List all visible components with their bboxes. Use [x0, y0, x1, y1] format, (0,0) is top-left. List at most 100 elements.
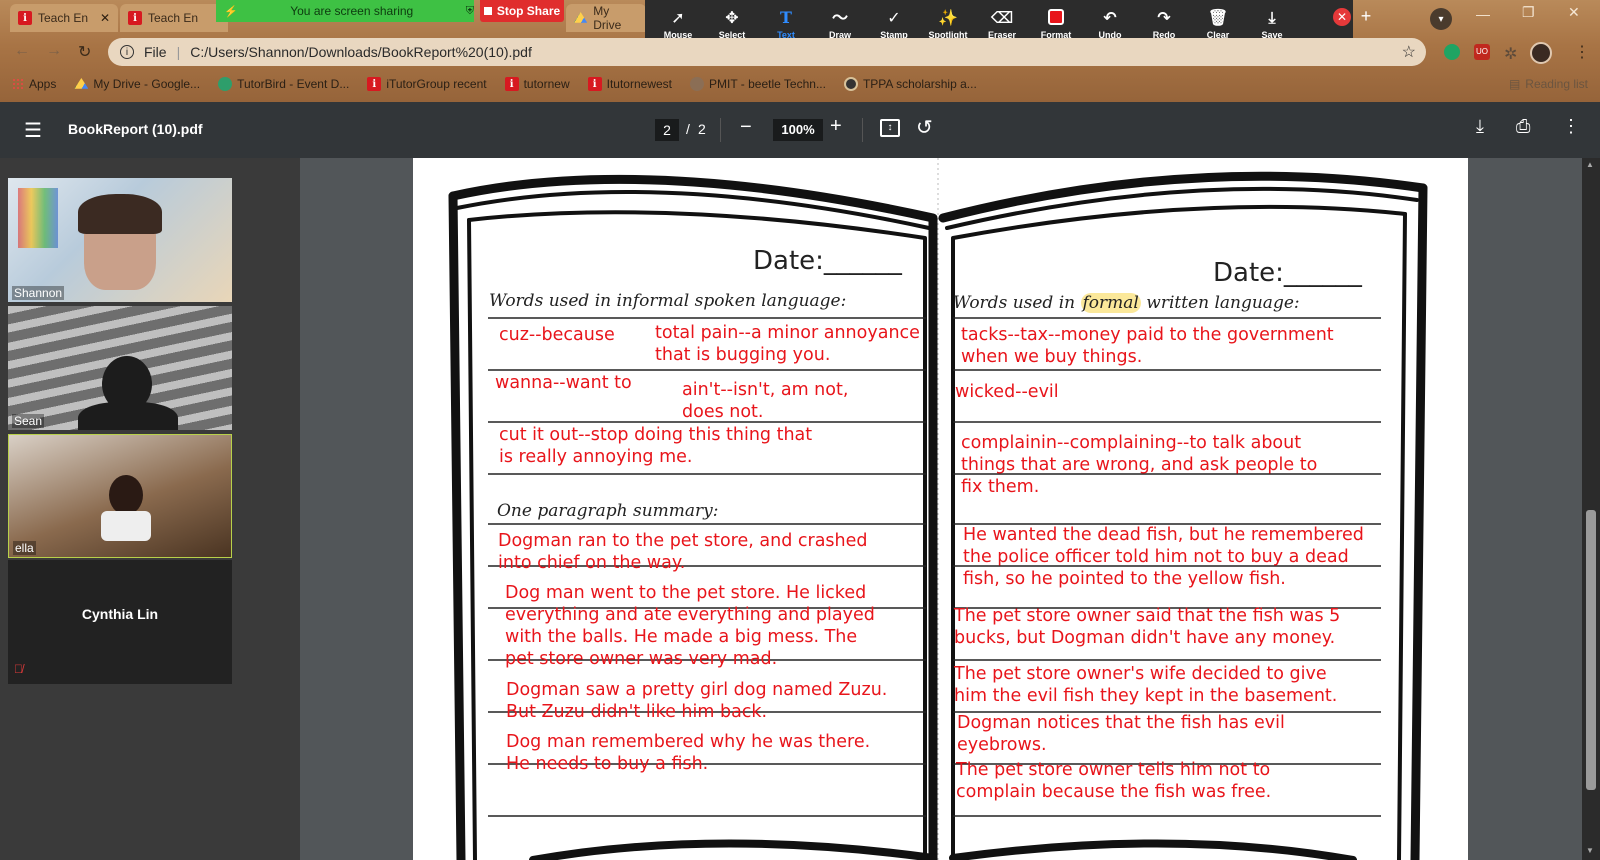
browser-tab[interactable]: i Teach En ✕ — [10, 4, 118, 32]
annotation-text[interactable]: Dogman saw a pretty girl dog named Zuzu.… — [506, 679, 887, 723]
scroll-thumb[interactable] — [1586, 510, 1596, 790]
bookmark-label: My Drive - Google... — [93, 77, 201, 91]
annotation-text[interactable]: Dog man remembered why he was there. He … — [506, 731, 870, 775]
page-number-input[interactable]: 2 — [655, 119, 679, 141]
annotation-text[interactable]: Dog man went to the pet store. He licked… — [505, 582, 875, 670]
scroll-down-icon[interactable]: ▼ — [1586, 846, 1594, 855]
tab-label: Teach En — [38, 11, 89, 25]
forward-icon[interactable]: → — [46, 42, 62, 60]
bookmark-itutornewest[interactable]: i Itutornewest — [587, 77, 672, 91]
bookmark-itutorgroup[interactable]: i iTutorGroup recent — [367, 77, 487, 91]
participant-silhouette-body — [78, 402, 178, 430]
annotation-text[interactable]: tacks--tax--money paid to the government… — [961, 324, 1334, 368]
text-icon: T — [780, 8, 792, 27]
tab-label: My Drive — [593, 4, 622, 32]
annotation-text[interactable]: ain't--isn't, am not, does not. — [682, 379, 848, 423]
bookmark-label: TPPA scholarship a... — [862, 77, 977, 91]
participant-video-tile[interactable]: Sean — [8, 306, 232, 430]
save-icon: ⤓ — [1268, 8, 1276, 27]
annotation-text[interactable]: complainin--complaining--to talk about t… — [961, 432, 1317, 498]
close-window-icon[interactable]: ✕ — [1568, 4, 1580, 21]
print-icon[interactable]: ⎙ — [1516, 116, 1530, 137]
participant-video-tile[interactable]: Cynthia Lin 🎙̸ — [8, 560, 232, 684]
clear-icon: 🗑 — [1207, 8, 1229, 27]
annotation-text[interactable]: He wanted the dead fish, but he remember… — [963, 524, 1364, 590]
close-tab-icon[interactable]: ✕ — [100, 11, 110, 25]
extensions-puzzle-icon[interactable]: ✲ — [1504, 44, 1517, 64]
ublock-icon[interactable]: UO — [1474, 44, 1490, 60]
itutor-favicon-icon: i — [18, 11, 32, 25]
bookmark-pmit[interactable]: PMIT - beetle Techn... — [690, 77, 826, 91]
zoom-out-icon[interactable]: − — [740, 116, 752, 139]
right-date-label: Date:______ — [1213, 258, 1362, 288]
itutor-favicon-icon: i — [367, 77, 382, 91]
stop-share-button[interactable]: Stop Share — [480, 0, 564, 22]
url-divider: | — [176, 44, 181, 60]
annotation-text[interactable]: Dogman notices that the fish has evil ey… — [957, 712, 1285, 756]
annotation-text[interactable]: cuz--because — [499, 324, 615, 346]
bookmark-tutornew[interactable]: i tutornew — [504, 77, 570, 91]
bookmark-star-icon[interactable]: ☆ — [1402, 42, 1416, 62]
reading-list-icon: ▤ — [1508, 77, 1521, 91]
url-text: C:/Users/Shannon/Downloads/BookReport%20… — [190, 44, 532, 60]
participant-body — [101, 511, 151, 541]
annotation-text[interactable]: total pain--a minor annoyance that is bu… — [655, 322, 920, 366]
screen-sharing-banner: ⚡ You are screen sharing ⛨ — [216, 0, 474, 22]
bookmark-tppa[interactable]: TPPA scholarship a... — [843, 77, 977, 91]
right-heading: Words used in formal written language: — [953, 293, 1300, 313]
reading-list-button[interactable]: ▤ Reading list — [1509, 77, 1588, 91]
participant-video-tile[interactable]: ella — [8, 434, 232, 558]
tab-search-icon[interactable]: ▾ — [1430, 8, 1452, 30]
menu-hamburger-icon[interactable]: ☰ — [24, 118, 42, 143]
decor-pencils — [18, 188, 58, 248]
redo-icon: ↷ — [1157, 8, 1171, 27]
annotation-text[interactable]: The pet store owner's wife decided to gi… — [954, 663, 1337, 707]
toolbar-divider — [862, 118, 863, 142]
participant-name: ella — [13, 541, 36, 555]
left-date-label: Date:______ — [753, 246, 902, 276]
annotation-text[interactable]: The pet store owner tells him not to com… — [956, 759, 1271, 803]
tppa-icon — [843, 77, 858, 91]
zoom-in-icon[interactable]: + — [830, 115, 842, 138]
annotation-text[interactable]: wicked--evil — [955, 381, 1059, 403]
info-icon: i — [120, 45, 134, 59]
muted-mic-icon: 🎙̸ — [14, 662, 23, 676]
browser-tab[interactable]: i Teach En — [120, 4, 228, 32]
url-scheme-label: File — [144, 44, 167, 60]
annotation-text[interactable]: cut it out--stop doing this thing that i… — [499, 424, 812, 468]
annotation-text[interactable]: Dogman ran to the pet store, and crashed… — [498, 530, 868, 574]
fit-to-page-icon[interactable]: ↕ — [880, 119, 900, 137]
annotation-text[interactable]: wanna--want to — [495, 372, 632, 394]
vertical-scrollbar[interactable]: ▲ ▼ — [1582, 158, 1600, 860]
bookmarks-bar: Apps My Drive - Google... TutorBird - Ev… — [0, 70, 1600, 98]
restore-icon[interactable]: ❐ — [1522, 4, 1535, 21]
scroll-up-icon[interactable]: ▲ — [1586, 160, 1594, 169]
page-total: 2 — [698, 121, 706, 137]
more-options-icon[interactable]: ⋮ — [1562, 116, 1580, 137]
url-field[interactable]: i File | C:/Users/Shannon/Downloads/Book… — [108, 38, 1426, 66]
download-icon[interactable]: ⤓ — [1476, 116, 1484, 137]
browser-tab[interactable]: My Drive — [566, 4, 646, 32]
annotation-text[interactable]: The pet store owner said that the fish w… — [954, 605, 1340, 649]
zoom-level-input[interactable]: 100% — [773, 119, 823, 141]
participant-name-center: Cynthia Lin — [81, 606, 159, 622]
chrome-menu-icon[interactable]: ⋮ — [1574, 42, 1590, 62]
bookmark-tutorbird[interactable]: TutorBird - Event D... — [218, 77, 349, 91]
extension-green-icon[interactable] — [1444, 44, 1460, 60]
participant-video-tile[interactable]: Shannon — [8, 178, 232, 302]
participant-hair — [78, 194, 162, 234]
new-tab-icon[interactable]: + — [1354, 6, 1378, 30]
minimize-icon[interactable]: — — [1476, 6, 1490, 22]
apps-grid-icon — [12, 78, 24, 90]
reload-icon[interactable]: ↻ — [78, 42, 91, 62]
bookmark-my-drive[interactable]: My Drive - Google... — [74, 77, 200, 91]
profile-avatar[interactable] — [1530, 42, 1552, 64]
back-icon[interactable]: ← — [14, 42, 30, 60]
participant-face — [109, 475, 143, 515]
close-annotation-icon[interactable]: ✕ — [1333, 8, 1351, 26]
stop-icon — [483, 7, 492, 15]
page-separator: / — [686, 121, 690, 137]
rotate-icon[interactable]: ↺ — [916, 115, 933, 140]
bookmark-apps[interactable]: Apps — [12, 77, 56, 91]
pdf-toolbar: ☰ BookReport (10).pdf 2 / 2 − 100% + ↕ ↺… — [0, 102, 1600, 158]
